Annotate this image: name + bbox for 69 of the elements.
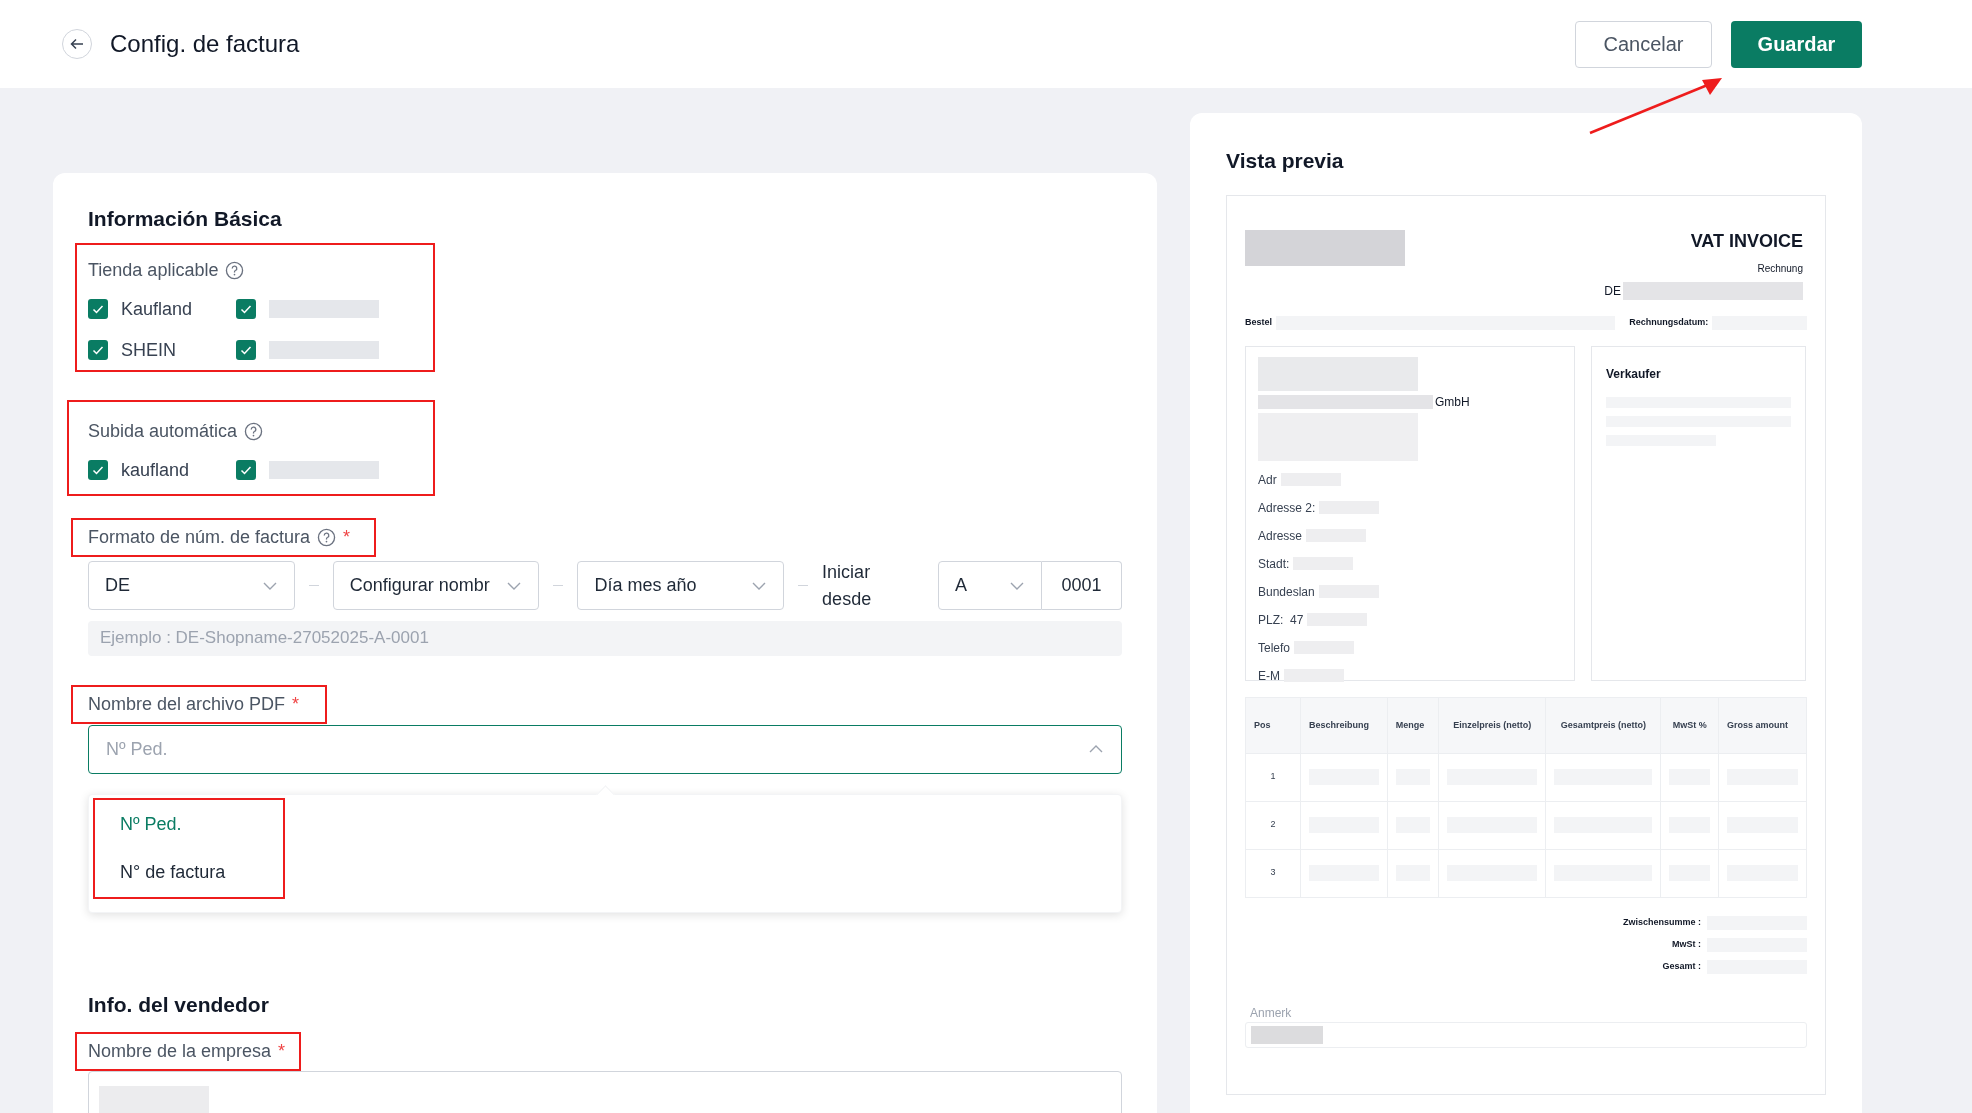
number-input[interactable]: 0001 — [1042, 561, 1122, 610]
table-header-cell: Gesamtpreis (netto) — [1545, 697, 1661, 753]
seller-title: Verkaufer — [1606, 366, 1661, 381]
table-header-cell: Menge — [1387, 697, 1439, 753]
cancel-button[interactable]: Cancelar — [1575, 20, 1712, 68]
required-mark: * — [343, 525, 351, 549]
select-field[interactable]: DE — [88, 561, 295, 610]
field-label: Formato de núm. de factura — [88, 525, 311, 549]
section-title: Info. del vendedor — [88, 991, 270, 1018]
checkbox[interactable] — [236, 299, 256, 319]
checkbox-label: Kaufland — [121, 297, 193, 321]
section-title: Información Básica — [88, 206, 283, 232]
field-label: Nombre del archivo PDF — [88, 692, 286, 716]
total-label: Zwischensumme : — [1622, 915, 1701, 929]
table-header-cell: MwSt % — [1660, 697, 1719, 753]
chevron-up-icon — [1088, 744, 1104, 754]
table-cell: 2 — [1245, 801, 1301, 849]
invoice-subtitle: Rechnung — [1757, 261, 1803, 276]
table-header-cell: Beschreibung — [1300, 697, 1388, 753]
letter-select[interactable]: A — [938, 561, 1042, 610]
invoice-heading: VAT INVOICE — [1690, 229, 1803, 253]
buyer-company: GmbH — [1435, 393, 1470, 411]
note-label: Anmerk — [1250, 1004, 1293, 1022]
chevron-down-icon — [506, 580, 523, 591]
dropdown-option[interactable]: N° de factura — [120, 858, 283, 886]
table-header-cell: Pos — [1245, 697, 1301, 753]
date-label: Rechnungsdatum: — [1629, 315, 1709, 329]
total-label: MwSt : — [1672, 937, 1701, 951]
invoice-number-prefix: DE — [1604, 282, 1621, 300]
total-label: Gesamt : — [1662, 959, 1701, 973]
start-label: Iniciar desde — [822, 560, 873, 611]
checkbox[interactable] — [88, 340, 108, 360]
arrow-left-icon — [70, 38, 84, 50]
redacted-block — [1251, 1025, 1323, 1044]
checkbox-label: SHEIN — [121, 338, 176, 362]
table-cell: 1 — [1245, 753, 1301, 801]
buyer-field-label: Telefo — [1258, 639, 1291, 657]
buyer-field-label: PLZ: 47 — [1258, 611, 1304, 629]
checkbox[interactable] — [88, 299, 108, 319]
checkbox[interactable] — [236, 340, 256, 360]
table-header-cell: Einzelpreis (netto) — [1438, 697, 1546, 753]
select-field[interactable]: Día mes año — [577, 561, 785, 610]
preview-title: Vista previa — [1226, 148, 1345, 174]
page-title: Config. de factura — [110, 29, 300, 59]
field-label: Nombre de la empresa — [88, 1040, 272, 1063]
required-mark: * — [292, 692, 300, 716]
table-header-cell: Gross amount — [1718, 697, 1807, 753]
buyer-field-label: E-M — [1258, 667, 1280, 685]
buyer-field-label: Adresse 2: — [1258, 499, 1316, 517]
buyer-field-label: Stadt: — [1258, 555, 1290, 573]
table-cell: 3 — [1245, 849, 1301, 897]
buyer-field-label: Adr — [1258, 471, 1277, 489]
checkbox[interactable] — [236, 460, 256, 480]
example-text: Ejemplo : DE-Shopname-27052025-A-0001 — [88, 620, 1122, 656]
input-field[interactable] — [88, 1071, 1122, 1113]
chevron-down-icon — [261, 580, 278, 591]
checkbox[interactable] — [88, 460, 108, 480]
dropdown-option[interactable]: Nº Ped. — [120, 810, 283, 838]
chevron-down-icon — [751, 580, 768, 591]
required-mark: * — [278, 1040, 286, 1063]
buyer-field-label: Bundeslan — [1258, 583, 1315, 601]
field-label: Tienda aplicable — [88, 258, 219, 282]
buyer-field-label: Adresse — [1258, 527, 1303, 545]
checkbox-label: kaufland — [121, 458, 190, 482]
chevron-down-icon — [1009, 580, 1025, 591]
order-label: Bestel — [1245, 315, 1272, 329]
save-button[interactable]: Guardar — [1731, 20, 1862, 68]
select-field[interactable]: Configurar nombr — [332, 561, 540, 610]
field-label: Subida automática — [88, 419, 238, 443]
